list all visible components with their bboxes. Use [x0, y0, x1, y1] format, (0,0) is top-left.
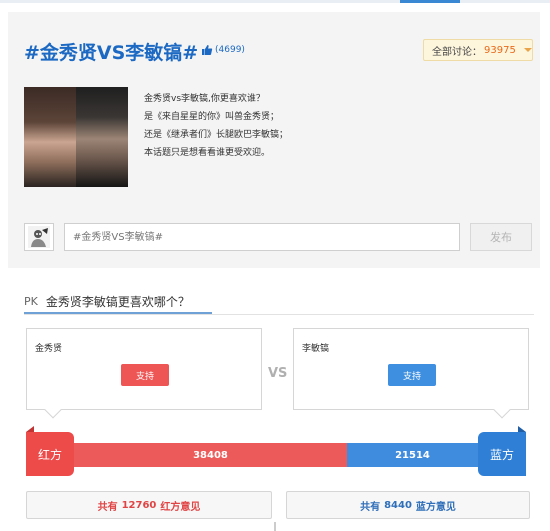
caret-down-icon	[523, 48, 532, 52]
avatar-icon	[28, 226, 50, 248]
total-discussion-count: 93975	[484, 44, 516, 56]
red-card-pointer	[44, 401, 62, 419]
desc-line-2: 是《来自星星的你》叫兽金秀贤；	[144, 112, 280, 122]
desc-line-1: 金秀贤vs李敏镐,你更喜欢谁？	[144, 94, 265, 104]
red-opinions-link[interactable]: 共有 12760 红方意见	[26, 491, 272, 519]
blue-card-pointer	[493, 401, 511, 419]
topic-title[interactable]: #金秀贤VS李敏镐#	[24, 38, 198, 65]
blue-side-label: 蓝方	[478, 432, 526, 476]
red-vote-bar: 38408	[26, 443, 347, 467]
blue-vote-count: 21514	[395, 449, 430, 461]
blue-opinion-count: 8440	[384, 499, 412, 511]
topic-photo	[24, 87, 128, 187]
vs-label: VS	[268, 366, 288, 381]
divider-stub	[274, 522, 276, 531]
thumbs-up-icon	[202, 45, 213, 55]
pk-label: PK	[24, 294, 38, 308]
red-vote-count: 38408	[193, 449, 228, 461]
desc-line-4: 本话题只是想看看谁更受欢迎。	[144, 148, 271, 158]
pk-header: PK 金秀贤李敏镐更喜欢哪个？	[24, 290, 212, 314]
post-row: 发布	[24, 223, 532, 251]
red-candidate-name: 金秀贤	[35, 344, 63, 354]
like-button[interactable]: (4699)	[201, 44, 245, 56]
blue-opinions-link[interactable]: 共有 8440 蓝方意见	[286, 491, 530, 519]
vote-bar: 38408 21514	[26, 443, 526, 467]
red-opinion-count: 12760	[121, 499, 157, 511]
pk-question: 金秀贤李敏镐更喜欢哪个？	[45, 294, 190, 309]
blue-opinion-prefix: 共有	[360, 501, 381, 513]
like-count: (4699)	[215, 45, 245, 55]
red-side-label: 红方	[26, 432, 74, 476]
total-discussion-label: 全部讨论：	[432, 46, 482, 58]
total-discussion-dropdown[interactable]: 全部讨论： 93975	[423, 39, 533, 61]
pk-divider	[24, 314, 534, 315]
red-support-button[interactable]: 支持	[121, 364, 169, 386]
topic-card: #金秀贤VS李敏镐# (4699) 全部讨论： 93975 金秀贤vs李敏镐,你…	[8, 12, 540, 268]
topic-description: 金秀贤vs李敏镐,你更喜欢谁？ 是《来自星星的你》叫兽金秀贤； 还是《继承者们》…	[144, 90, 288, 162]
user-avatar	[24, 223, 54, 251]
blue-candidate-name: 李敏镐	[302, 344, 330, 354]
photo-right	[76, 87, 128, 187]
red-opinion-prefix: 共有	[97, 501, 118, 513]
photo-left	[24, 87, 76, 187]
red-opinion-suffix: 红方意见	[160, 501, 201, 513]
top-line	[0, 0, 550, 3]
blue-side-card: 李敏镐 支持	[293, 328, 529, 419]
publish-button[interactable]: 发布	[470, 223, 532, 251]
blue-support-button[interactable]: 支持	[388, 364, 436, 386]
desc-line-3: 还是《继承者们》长腿欧巴李敏镐；	[144, 130, 289, 140]
post-input[interactable]	[64, 223, 460, 251]
red-side-card: 金秀贤 支持	[26, 328, 262, 419]
blue-opinion-suffix: 蓝方意见	[415, 501, 456, 513]
